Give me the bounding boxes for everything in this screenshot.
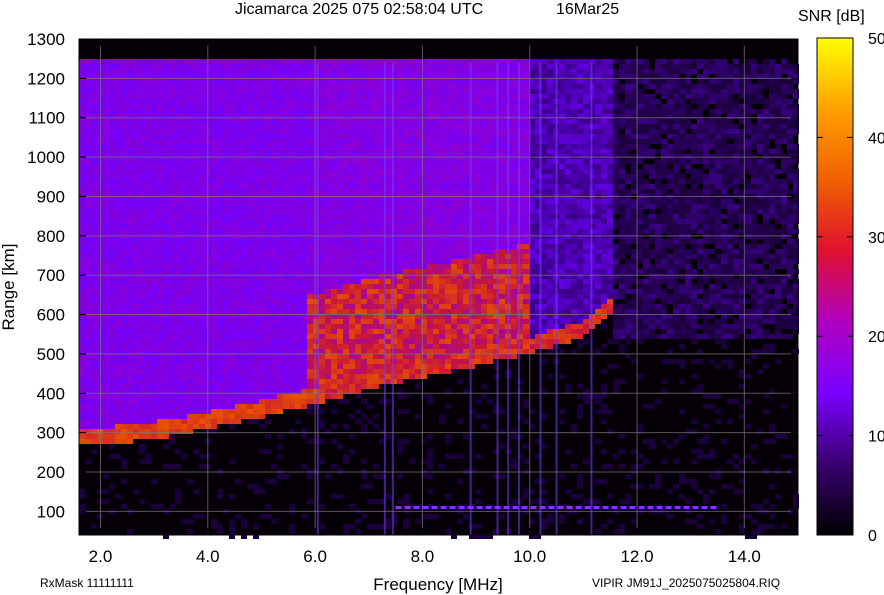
footer-left: RxMask 11111111 bbox=[40, 576, 134, 590]
y-tick-label: 100 bbox=[37, 502, 65, 521]
y-tick-label: 800 bbox=[37, 227, 65, 246]
x-tick-label: 8.0 bbox=[411, 547, 435, 566]
colorbar-tick-label: 0 bbox=[868, 528, 877, 545]
x-tick-label: 14.0 bbox=[728, 547, 761, 566]
y-tick-label: 1300 bbox=[27, 30, 65, 49]
ionogram-chart: Jicamarca 2025 075 02:58:04 UTC 16Mar25 … bbox=[0, 1, 884, 594]
y-tick-label: 1000 bbox=[27, 148, 65, 167]
y-tick-label: 500 bbox=[37, 345, 65, 364]
colorbar-tick-label: 40 bbox=[868, 130, 884, 147]
y-tick-label: 300 bbox=[37, 424, 65, 443]
y-tick-label: 200 bbox=[37, 463, 65, 482]
x-tick-label: 12.0 bbox=[620, 547, 653, 566]
y-tick-label: 700 bbox=[37, 266, 65, 285]
y-tick-label: 1200 bbox=[27, 69, 65, 88]
y-tick-label: 400 bbox=[37, 384, 65, 403]
y-axis-label: Range [km] bbox=[0, 244, 18, 331]
x-tick-label: 10.0 bbox=[513, 547, 546, 566]
x-tick-label: 2.0 bbox=[89, 547, 113, 566]
x-axis-label: Frequency [MHz] bbox=[373, 575, 502, 594]
chart-title: Jicamarca 2025 075 02:58:04 UTC bbox=[235, 1, 483, 18]
x-tick-label: 6.0 bbox=[303, 547, 327, 566]
colorbar-tick-label: 30 bbox=[868, 230, 884, 247]
footer-right: VIPIR JM91J_2025075025804.RIQ bbox=[592, 576, 780, 590]
colorbar-tick-label: 10 bbox=[868, 429, 884, 446]
y-tick-label: 600 bbox=[37, 306, 65, 325]
colorbar bbox=[816, 37, 854, 536]
colorbar-tick-label: 20 bbox=[868, 329, 884, 346]
colorbar-label: SNR [dB] bbox=[798, 8, 865, 25]
chart-date: 16Mar25 bbox=[556, 1, 619, 18]
y-tick-label: 900 bbox=[37, 187, 65, 206]
x-tick-label: 4.0 bbox=[196, 547, 220, 566]
colorbar-tick-label: 50 bbox=[868, 31, 884, 48]
y-tick-label: 1100 bbox=[28, 109, 65, 128]
